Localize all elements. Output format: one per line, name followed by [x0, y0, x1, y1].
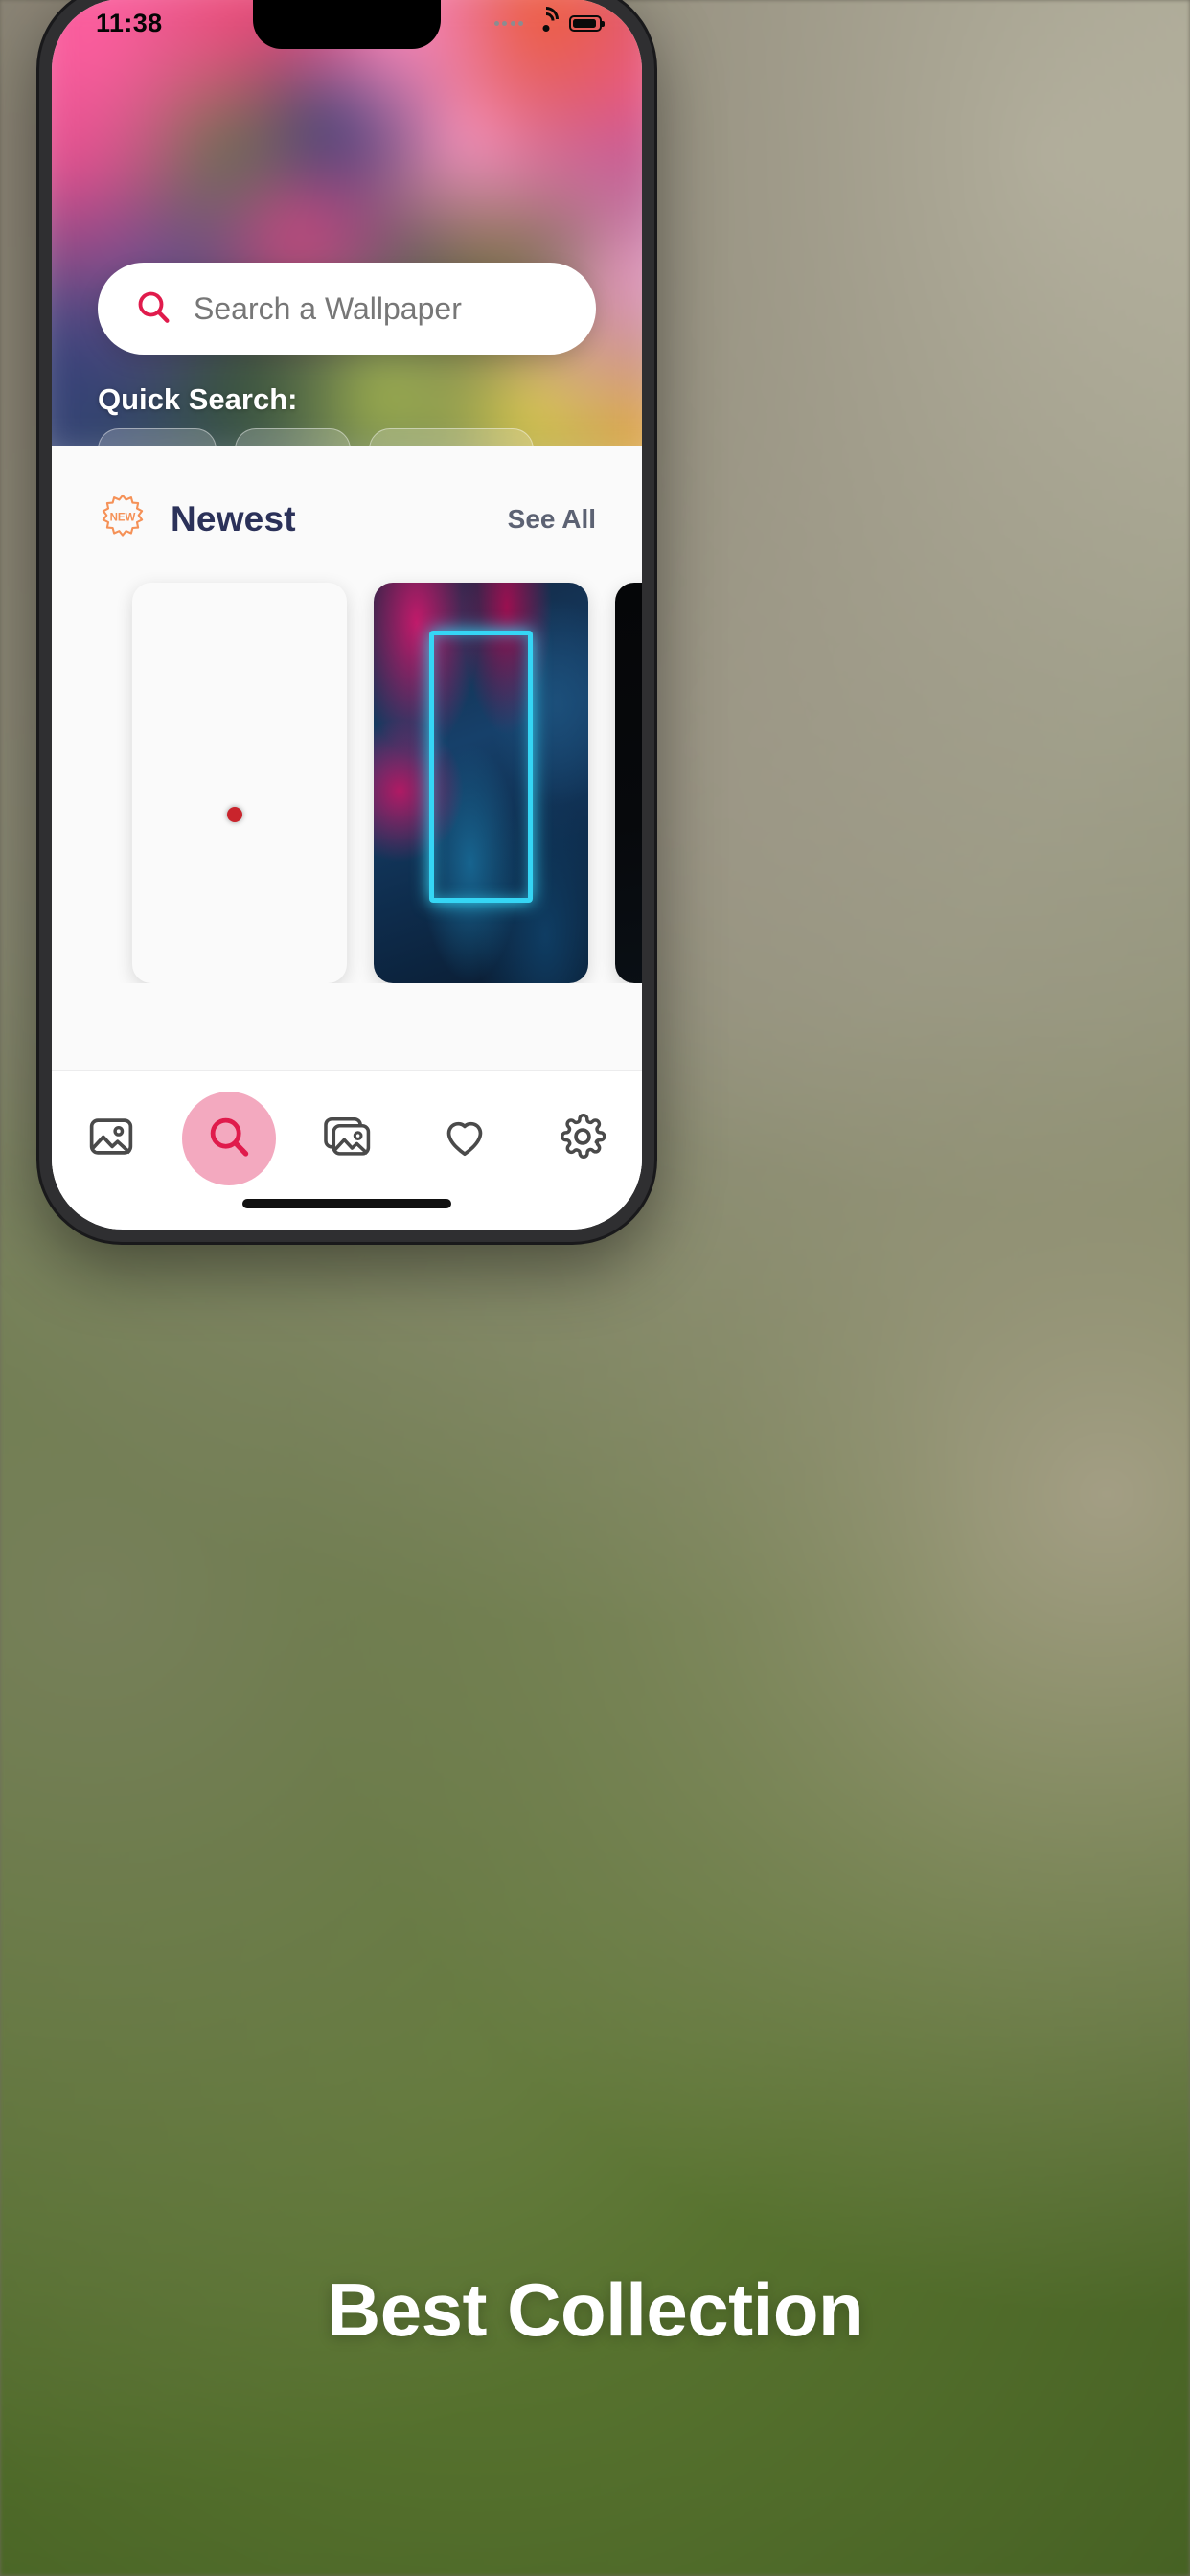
chip-blossom[interactable]: Blossom [368, 428, 534, 446]
phone-screen: Search a Wallpaper Quick Search: Rose Tu… [52, 0, 642, 1230]
signal-dots-icon [493, 20, 523, 26]
status-time: 11:38 [96, 8, 163, 37]
tab-settings[interactable] [529, 1091, 636, 1186]
search-icon [134, 288, 172, 331]
home-indicator [242, 1199, 451, 1208]
images-stack-icon [321, 1111, 373, 1167]
tab-collections[interactable] [293, 1091, 400, 1186]
battery-icon [569, 14, 605, 32]
hero-banner: Search a Wallpaper Quick Search: Rose Tu… [52, 0, 642, 446]
wallpaper-card-neon-frame[interactable] [374, 583, 588, 983]
svg-text:NEW: NEW [110, 513, 136, 524]
newest-section-header: NEW Newest See All [52, 446, 642, 546]
tab-wallpapers[interactable] [57, 1091, 165, 1186]
tab-favorites[interactable] [411, 1091, 518, 1186]
newest-title: Newest [171, 498, 296, 539]
image-icon [86, 1112, 136, 1166]
hero-blurred-floral-image [52, 0, 642, 446]
search-icon [205, 1113, 253, 1165]
promo-caption: Best Collection [326, 2267, 864, 2352]
see-all-link[interactable]: See All [508, 504, 596, 535]
tab-search[interactable] [175, 1091, 283, 1186]
neon-rectangle [429, 631, 533, 904]
quick-search-chips: Rose Tulip Blossom Violet Sun Flower Whi… [98, 428, 613, 446]
phone-frame: Search a Wallpaper Quick Search: Rose Tu… [39, 0, 654, 1242]
wallpaper-card-dark[interactable] [615, 583, 642, 983]
search-input-placeholder[interactable]: Search a Wallpaper [194, 291, 462, 327]
new-starburst-icon: NEW [98, 492, 148, 546]
search-bar[interactable]: Search a Wallpaper [98, 263, 596, 355]
dynamic-island [253, 0, 441, 49]
chip-rose[interactable]: Rose [98, 428, 217, 446]
chip-tulip[interactable]: Tulip [235, 428, 351, 446]
quick-search-label: Quick Search: [98, 382, 298, 416]
wifi-icon [528, 1, 564, 36]
newest-card-list[interactable] [52, 546, 642, 983]
heart-icon [440, 1112, 490, 1166]
gear-icon [558, 1112, 607, 1166]
wallpaper-card-autumn-leaves[interactable] [132, 583, 347, 983]
